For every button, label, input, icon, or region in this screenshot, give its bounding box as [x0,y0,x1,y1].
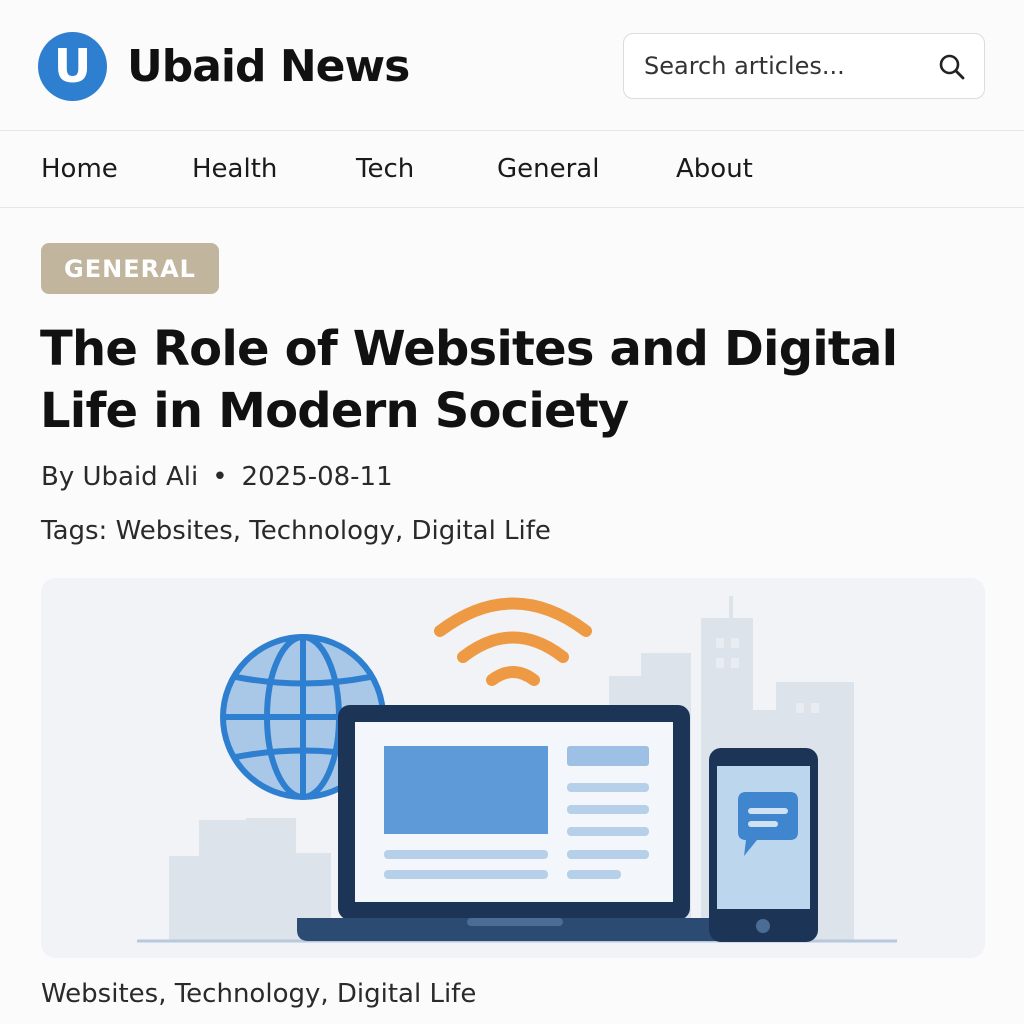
nav-item-general[interactable]: General [497,153,599,185]
meta-separator: • [212,462,228,492]
category-badge[interactable]: GENERAL [41,243,219,294]
wifi-icon [434,597,592,686]
hero-illustration [41,578,985,958]
footer-tags: Websites, Technology, Digital Life [41,979,477,1009]
nav-item-tech[interactable]: Tech [356,153,414,185]
article-meta: By Ubaid Ali • 2025-08-11 [41,460,393,494]
search-box[interactable] [623,33,985,99]
site-brand[interactable]: Ubaid News [127,40,410,94]
site-header: U Ubaid News [0,0,1024,131]
laptop-icon [297,705,731,941]
smartphone-icon [709,748,818,942]
hero-svg [137,596,897,943]
article-tags: Tags: Websites, Technology, Digital Life [41,516,551,546]
search-input[interactable] [644,34,914,97]
nav-item-about[interactable]: About [676,153,753,185]
main-nav: Home Health Tech General About [0,131,1024,208]
nav-item-home[interactable]: Home [41,153,118,185]
nav-item-health[interactable]: Health [192,153,277,185]
logo-letter: U [53,38,92,93]
logo-icon[interactable]: U [38,32,107,101]
article-title: The Role of Websites and Digital Life in… [40,321,898,439]
article-author[interactable]: By Ubaid Ali [41,460,198,494]
search-icon[interactable] [938,53,966,81]
article-date: 2025-08-11 [241,462,393,492]
